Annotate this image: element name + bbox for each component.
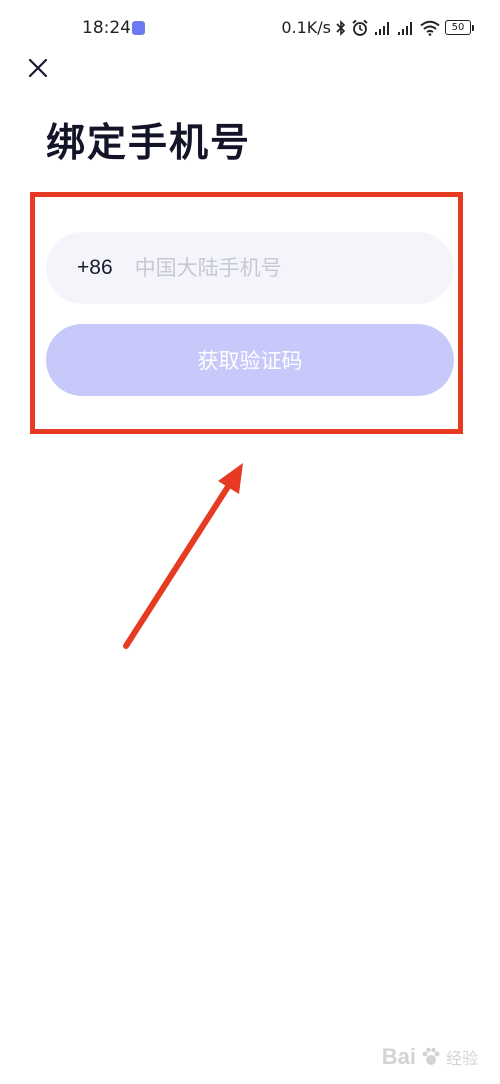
get-code-button[interactable]: 获取验证码 — [46, 324, 454, 396]
phone-input[interactable] — [134, 256, 425, 280]
status-bar: 18:24 0.1K/s 50 — [0, 0, 500, 54]
country-code[interactable]: +86 — [77, 256, 113, 280]
close-button[interactable] — [26, 56, 50, 80]
close-icon — [28, 58, 48, 78]
page-title: 绑定手机号 — [46, 120, 252, 166]
app-notification-icon — [132, 21, 145, 35]
watermark-logo: Bai 经验 — [382, 1044, 478, 1070]
signal-icon — [375, 21, 389, 35]
status-time: 18:24 — [82, 18, 131, 38]
phone-field[interactable]: +86 — [46, 232, 454, 304]
battery-level: 50 — [445, 20, 471, 35]
battery-icon: 50 — [445, 20, 474, 35]
watermark-suffix: 经验 — [445, 1051, 478, 1068]
watermark-brand: Bai — [381, 1044, 416, 1069]
battery-tip — [472, 24, 474, 31]
wifi-icon — [420, 20, 440, 36]
status-indicators: 0.1K/s 50 — [281, 18, 474, 37]
bluetooth-icon — [336, 19, 346, 36]
annotation-highlight-box — [30, 192, 463, 434]
network-speed: 0.1K/s — [281, 18, 331, 37]
signal-icon — [398, 21, 412, 35]
alarm-icon — [352, 19, 368, 36]
paw-icon — [422, 1047, 440, 1065]
